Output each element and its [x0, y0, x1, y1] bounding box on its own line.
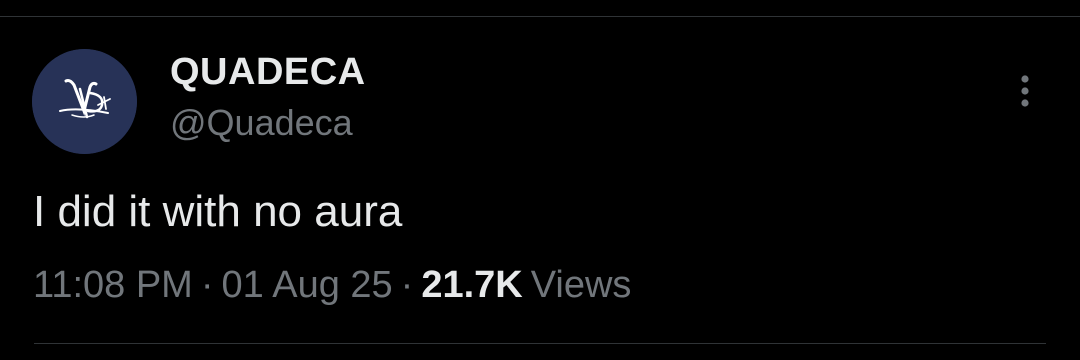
top-divider	[0, 16, 1080, 17]
avatar[interactable]	[32, 49, 137, 154]
display-name[interactable]: QUADECA	[170, 50, 366, 94]
bottom-divider	[34, 343, 1046, 344]
tweet-date[interactable]: 01 Aug 25	[222, 264, 393, 306]
tweet-meta: 11:08 PM · 01 Aug 25 · 21.7K Views	[33, 263, 631, 307]
more-options-button[interactable]	[1010, 70, 1040, 114]
vertical-ellipsis-icon	[1021, 75, 1029, 107]
views-count[interactable]: 21.7K	[421, 264, 522, 306]
qd-monogram-icon	[32, 49, 137, 154]
tweet-time[interactable]: 11:08 PM	[33, 264, 193, 306]
views-label[interactable]: Views	[531, 264, 632, 306]
user-handle[interactable]: @Quadeca	[170, 102, 353, 144]
meta-separator: ·	[200, 264, 214, 306]
meta-separator: ·	[400, 264, 414, 306]
tweet-text: I did it with no aura	[33, 187, 403, 236]
